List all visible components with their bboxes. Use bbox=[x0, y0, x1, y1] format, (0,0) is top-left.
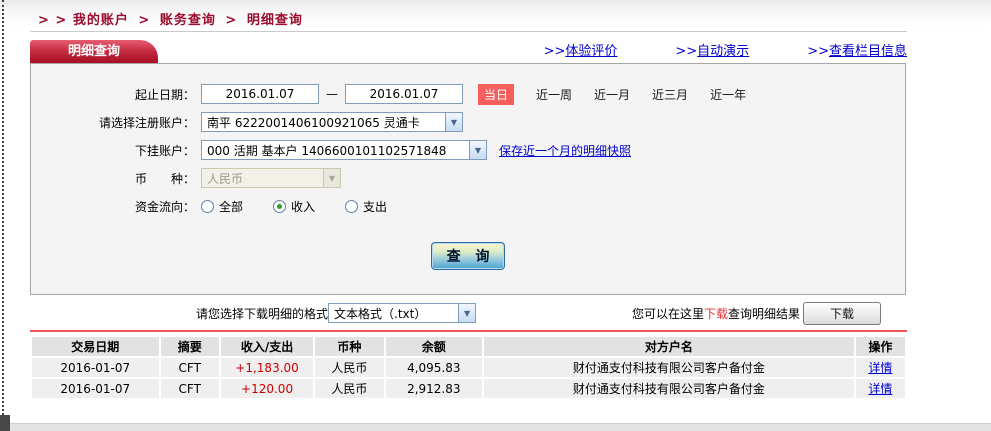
col-header-summary: 摘要 bbox=[161, 337, 219, 356]
breadcrumb-divider bbox=[30, 31, 907, 32]
breadcrumb-my-account[interactable]: 我的账户 bbox=[73, 13, 129, 28]
col-header-action: 操作 bbox=[856, 337, 905, 356]
header-links: >>体验评价 >>自动演示 >>查看栏目信息 bbox=[486, 40, 907, 59]
fund-flow-label: 资金流向： bbox=[31, 198, 201, 215]
chevron-down-icon[interactable]: ▼ bbox=[469, 141, 486, 159]
date-range-label: 起止日期： bbox=[31, 86, 201, 103]
save-monthly-snapshot-link[interactable]: 保存近一个月的明细快照 bbox=[499, 142, 631, 159]
quick-range-quarter[interactable]: 近三月 bbox=[652, 86, 688, 103]
currency-row: 币 种： 人民币 ▼ bbox=[31, 167, 905, 189]
cell-date: 2016-01-07 bbox=[32, 358, 159, 377]
date-to-input[interactable] bbox=[345, 84, 463, 104]
download-button[interactable]: 下载 bbox=[803, 302, 881, 325]
col-header-counterparty: 对方户名 bbox=[484, 337, 854, 356]
sub-account-select[interactable]: 000 活期 基本户 1406600101102571848 ▼ bbox=[201, 140, 487, 160]
table-top-divider bbox=[30, 330, 907, 332]
cell-amount: +1,183.00 bbox=[221, 358, 313, 377]
sub-account-label: 下挂账户： bbox=[31, 142, 201, 159]
transactions-table: 交易日期 摘要 收入/支出 币种 余额 对方户名 操作 2016-01-07 C… bbox=[30, 335, 907, 400]
quick-range-today[interactable]: 当日 bbox=[478, 84, 514, 105]
download-hint-link[interactable]: 下载 bbox=[704, 305, 728, 322]
table-row: 2016-01-07 CFT +1,183.00 人民币 4,095.83 财付… bbox=[32, 358, 905, 377]
cell-date: 2016-01-07 bbox=[32, 379, 159, 398]
cell-currency: 人民币 bbox=[315, 358, 383, 377]
currency-select: 人民币 ▼ bbox=[201, 168, 341, 188]
download-format-label: 请您选择下载明细的格式 bbox=[196, 305, 328, 322]
tab-row: 明细查询 >>体验评价 >>自动演示 >>查看栏目信息 bbox=[30, 40, 907, 63]
bottom-left-frame-block bbox=[0, 415, 10, 431]
col-header-date: 交易日期 bbox=[32, 337, 159, 356]
table-header-row: 交易日期 摘要 收入/支出 币种 余额 对方户名 操作 bbox=[32, 337, 905, 356]
sub-account-row: 下挂账户： 000 活期 基本户 1406600101102571848 ▼ 保… bbox=[31, 139, 905, 161]
fund-flow-row: 资金流向： 全部 收入 支出 bbox=[31, 195, 905, 217]
radio-icon[interactable] bbox=[345, 200, 358, 213]
date-dash: — bbox=[326, 87, 338, 101]
chevron-down-icon[interactable]: ▼ bbox=[445, 113, 462, 131]
detail-link[interactable]: 详情 bbox=[868, 361, 892, 375]
table-row: 2016-01-07 CFT +120.00 人民币 2,912.83 财付通支… bbox=[32, 379, 905, 398]
cell-summary: CFT bbox=[161, 379, 219, 398]
col-header-amount: 收入/支出 bbox=[221, 337, 313, 356]
cell-balance: 2,912.83 bbox=[386, 379, 482, 398]
quick-range-year[interactable]: 近一年 bbox=[710, 86, 746, 103]
register-account-label: 请选择注册账户： bbox=[31, 114, 201, 131]
col-header-balance: 余额 bbox=[386, 337, 482, 356]
flow-option-expense[interactable]: 支出 bbox=[345, 198, 387, 215]
link-experience-rating[interactable]: >>体验评价 bbox=[544, 40, 618, 59]
link-auto-demo[interactable]: >>自动演示 bbox=[675, 40, 749, 59]
breadcrumb-detail-query[interactable]: 明细查询 bbox=[247, 13, 303, 28]
date-from-input[interactable] bbox=[201, 84, 319, 104]
breadcrumb-prefix: > > bbox=[38, 13, 67, 28]
query-button[interactable]: 查 询 bbox=[431, 242, 505, 270]
quick-range-month[interactable]: 近一月 bbox=[594, 86, 630, 103]
breadcrumb-account-query[interactable]: 账务查询 bbox=[160, 13, 216, 28]
left-dotted-border bbox=[2, 0, 4, 431]
breadcrumb: > > 我的账户 > 账务查询 > 明细查询 bbox=[38, 9, 303, 28]
currency-label: 币 种： bbox=[31, 170, 201, 187]
chevron-down-icon[interactable]: ▼ bbox=[458, 304, 475, 322]
cell-summary: CFT bbox=[161, 358, 219, 377]
flow-option-income[interactable]: 收入 bbox=[273, 198, 315, 215]
breadcrumb-separator: > bbox=[138, 13, 150, 28]
cell-counterparty: 财付通支付科技有限公司客户备付金 bbox=[484, 358, 854, 377]
query-form-panel: 起止日期： — 当日 近一周 近一月 近三月 近一年 请选择注册账户： 南平 6… bbox=[30, 63, 906, 295]
register-account-select[interactable]: 南平 6222001406100921065 灵通卡 ▼ bbox=[201, 112, 463, 132]
quick-range-week[interactable]: 近一周 bbox=[536, 86, 572, 103]
register-account-row: 请选择注册账户： 南平 6222001406100921065 灵通卡 ▼ bbox=[31, 111, 905, 133]
cell-balance: 4,095.83 bbox=[386, 358, 482, 377]
detail-link[interactable]: 详情 bbox=[868, 382, 892, 396]
query-button-row: 查 询 bbox=[31, 242, 905, 270]
cell-counterparty: 财付通支付科技有限公司客户备付金 bbox=[484, 379, 854, 398]
download-format-select[interactable]: 文本格式（.txt） ▼ bbox=[328, 303, 476, 323]
cell-amount: +120.00 bbox=[221, 379, 313, 398]
bottom-strip bbox=[0, 423, 991, 431]
radio-icon[interactable] bbox=[201, 200, 214, 213]
tab-detail-query[interactable]: 明细查询 bbox=[30, 40, 158, 63]
breadcrumb-separator: > bbox=[225, 13, 237, 28]
link-view-column-info[interactable]: >>查看栏目信息 bbox=[807, 40, 907, 59]
radio-icon[interactable] bbox=[273, 200, 286, 213]
chevron-down-icon: ▼ bbox=[323, 169, 340, 187]
date-range-row: 起止日期： — 当日 近一周 近一月 近三月 近一年 bbox=[31, 83, 905, 105]
flow-option-all[interactable]: 全部 bbox=[201, 198, 243, 215]
download-row: 请您选择下载明细的格式 文本格式（.txt） ▼ 您可以在这里下载查询明细结果 … bbox=[30, 301, 907, 325]
download-hint: 您可以在这里下载查询明细结果 下载 bbox=[632, 302, 881, 325]
col-header-currency: 币种 bbox=[315, 337, 383, 356]
cell-currency: 人民币 bbox=[315, 379, 383, 398]
page: > > 我的账户 > 账务查询 > 明细查询 明细查询 >>体验评价 >>自动演… bbox=[0, 0, 991, 431]
